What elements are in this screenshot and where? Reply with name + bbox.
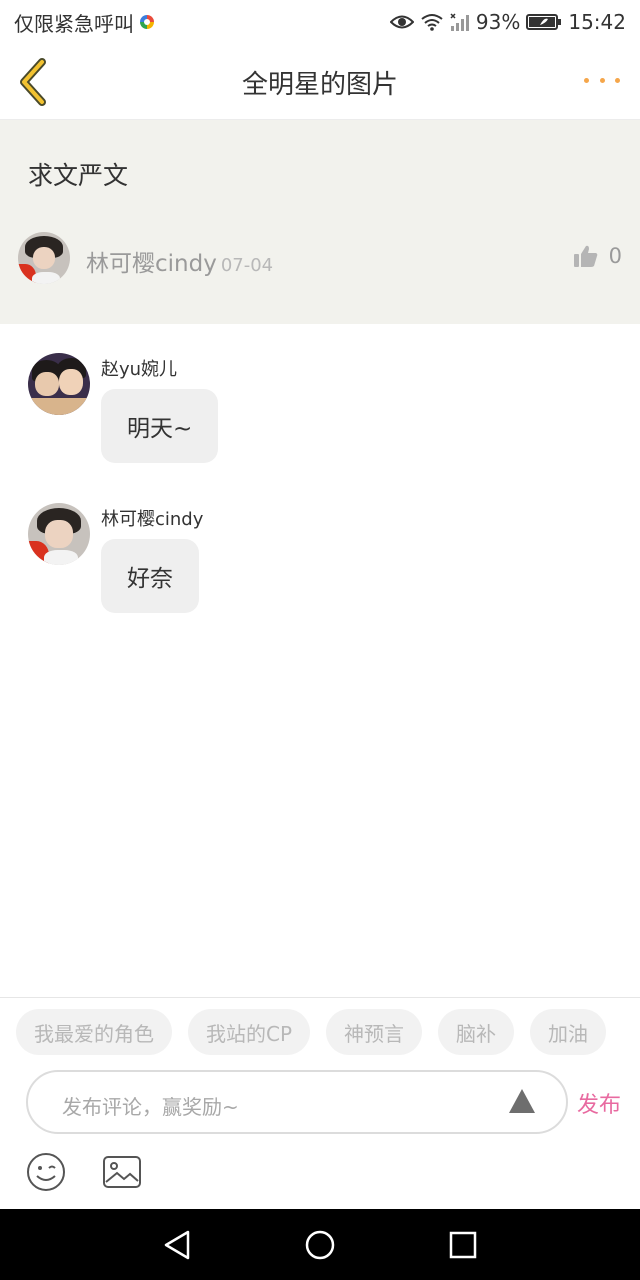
topic-title: 求文严文 [28,161,129,190]
avatar[interactable] [28,353,90,415]
quick-tag-chip[interactable]: 神预言 [326,1009,423,1055]
comment-author[interactable]: 赵yu婉儿 [101,355,177,381]
quick-tag-chip[interactable]: 我最爱的角色 [16,1009,172,1055]
publish-button[interactable]: 发布 [577,1087,621,1119]
thumbs-up-icon [573,245,597,267]
nav-home-icon[interactable] [304,1229,336,1261]
status-left: 仅限紧急呼叫 [14,8,154,37]
topic-card: 求文严文 林可樱cindy 07-04 0 [0,120,640,324]
quick-tag-row: 我最爱的角色 我站的CP 神预言 脑补 加油 [16,1009,640,1055]
topic-author[interactable]: 林可樱cindy 07-04 [86,244,273,278]
avatar-image [28,503,90,565]
comment-bubble[interactable]: 明天~ [101,389,219,463]
nav-recent-icon[interactable] [448,1230,478,1260]
notification-icon [140,15,154,29]
avatar-image [28,353,90,415]
comment-input[interactable]: 发布评论，赢奖励~ [26,1070,568,1134]
nav-back-icon[interactable] [162,1229,194,1261]
system-nav-bar [0,1209,640,1280]
status-bar: 仅限紧急呼叫 93% 15:42 [0,0,640,44]
comment-author[interactable]: 林可樱cindy [101,505,203,531]
send-triangle-icon[interactable] [508,1088,536,1114]
more-button[interactable] [584,70,620,90]
page-title: 全明星的图片 [241,70,398,100]
wifi-icon [421,14,443,31]
battery-percent: 93% [475,10,521,34]
comment-bubble[interactable]: 好奈 [101,539,199,613]
battery-icon [526,14,562,30]
eye-icon [389,15,414,29]
quick-tag-chip[interactable]: 我站的CP [188,1009,311,1055]
avatar[interactable] [18,232,70,284]
carrier-text: 仅限紧急呼叫 [14,11,134,36]
like-button[interactable]: 0 [573,244,622,268]
app-header: 全明星的图片 [0,44,640,120]
quick-tag-chip[interactable]: 加油 [530,1009,607,1055]
image-icon[interactable] [102,1154,142,1190]
signal-icon [450,13,469,31]
quick-tag-chip[interactable]: 脑补 [438,1009,515,1055]
more-dot [599,77,605,83]
post-date: 07-04 [220,255,274,276]
emoji-icon[interactable] [26,1152,66,1192]
author-name: 林可樱cindy [86,251,217,277]
clock: 15:42 [568,10,626,34]
status-right: 93% 15:42 [389,10,626,34]
like-count: 0 [608,244,622,268]
avatar-image [18,232,70,284]
more-dot [615,77,620,83]
comment-placeholder: 发布评论，赢奖励~ [62,1095,239,1119]
more-dot [584,77,589,83]
avatar[interactable] [28,503,90,565]
comment-composer: 我最爱的角色 我站的CP 神预言 脑补 加油 发布评论，赢奖励~ 发布 [0,997,640,1209]
